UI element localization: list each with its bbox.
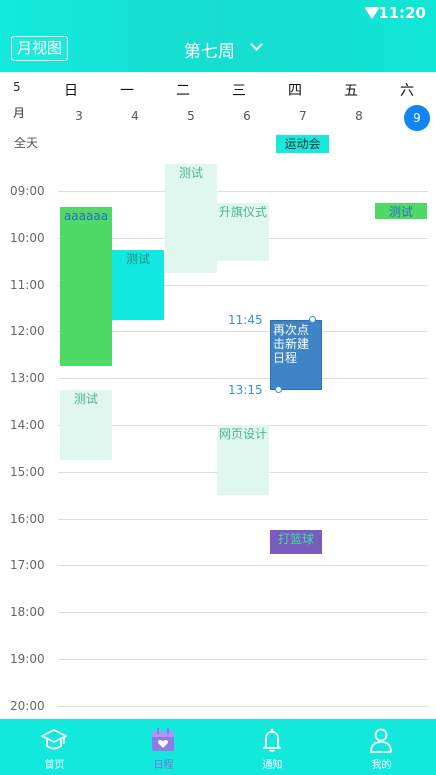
calendar-icon <box>152 728 174 751</box>
month-view-button[interactable]: 月视图 <box>11 36 69 61</box>
tab-schedule[interactable]: 日程 <box>109 719 218 775</box>
hour-label: 12:00 <box>10 324 45 339</box>
person-icon <box>370 728 392 753</box>
selection-start-time: 11:45 <box>228 312 263 327</box>
weekday-fri: 五 <box>344 83 358 99</box>
bell-icon <box>263 728 281 752</box>
hour-gridline <box>58 612 428 614</box>
graduation-cap-icon <box>41 729 67 750</box>
schedule-event[interactable]: 再次点击新建日程 <box>270 319 322 390</box>
schedule-event[interactable]: 网页设计 <box>217 425 269 496</box>
weekday-mon: 一 <box>120 83 134 99</box>
schedule-event[interactable]: 测试 <box>375 202 427 219</box>
schedule-event[interactable]: aaaaaa <box>60 206 112 367</box>
hour-label: 09:00 <box>10 184 45 198</box>
resize-handle-bottom[interactable] <box>275 385 282 393</box>
weekday-thu: 四 <box>288 83 302 99</box>
hour-gridline <box>58 378 428 380</box>
schedule-event[interactable]: 测试 <box>165 163 217 273</box>
schedule-event[interactable]: 测试 <box>112 249 164 320</box>
schedule-grid[interactable]: 09:00 10:00 11:00 12:00 13:00 14:00 15:00 16:00… <box>0 154 436 719</box>
weekday-sun: 日 <box>64 83 78 99</box>
app-screen: { "status_bar": {"time": "11:20"}, "head… <box>0 0 436 775</box>
all-day-event[interactable]: 运动会 <box>276 135 329 153</box>
app-header: 11:20 月视图 第七周 <box>0 0 436 72</box>
tab-profile-label: 我的 <box>371 760 392 771</box>
hour-label: 17:00 <box>10 558 45 573</box>
tab-home-label: 首页 <box>44 760 65 771</box>
hour-gridline <box>58 565 428 567</box>
date-6[interactable]: 6 <box>222 109 272 123</box>
schedule-event[interactable]: 升旗仪式 <box>217 202 269 262</box>
hour-label: 13:00 <box>10 371 45 386</box>
date-3[interactable]: 3 <box>54 109 104 123</box>
hour-gridline <box>58 659 428 660</box>
hour-gridline <box>58 331 428 333</box>
hour-label: 14:00 <box>10 418 45 432</box>
bottom-tab-bar: 首页 日程 通知 我的 <box>0 719 436 775</box>
weekday-sat: 六 <box>400 83 414 99</box>
tab-notifications-label: 通知 <box>262 760 283 771</box>
schedule-event[interactable]: 测试 <box>60 389 112 461</box>
hour-label: 10:00 <box>10 230 45 245</box>
month-label-number: 5 <box>13 80 21 94</box>
hour-label: 15:00 <box>10 464 45 479</box>
hour-gridline <box>58 191 428 192</box>
hour-label: 16:00 <box>10 511 45 526</box>
tab-profile[interactable]: 我的 <box>327 719 436 775</box>
all-day-label: 全天 <box>14 136 39 150</box>
date-4[interactable]: 4 <box>110 109 160 123</box>
tab-notifications[interactable]: 通知 <box>218 719 327 775</box>
month-label-unit: 月 <box>13 106 26 120</box>
hour-label: 19:00 <box>10 652 45 666</box>
tab-schedule-label: 日程 <box>153 760 174 771</box>
selection-end-time: 13:15 <box>228 382 263 397</box>
hour-label: 20:00 <box>10 698 45 713</box>
hour-gridline <box>58 518 428 520</box>
weekday-wed: 三 <box>232 83 246 99</box>
date-7[interactable]: 7 <box>278 109 328 123</box>
today-date-9[interactable]: 9 <box>404 105 430 131</box>
chevron-down-icon[interactable] <box>250 38 263 51</box>
hour-label: 11:00 <box>10 277 45 292</box>
date-5[interactable]: 5 <box>166 109 216 123</box>
weekday-tue: 二 <box>176 83 190 99</box>
resize-handle-top[interactable] <box>309 315 316 323</box>
week-title[interactable]: 第七周 <box>184 37 235 62</box>
schedule-event[interactable]: 打篮球 <box>270 530 322 554</box>
tab-home[interactable]: 首页 <box>0 719 109 775</box>
status-time: 11:20 <box>378 4 426 22</box>
date-8[interactable]: 8 <box>334 109 384 123</box>
week-header: 5 月 日 一 二 三 四 五 六 3 4 5 6 7 8 <box>0 72 436 132</box>
hour-label: 18:00 <box>10 605 45 620</box>
hour-gridline <box>58 705 428 707</box>
